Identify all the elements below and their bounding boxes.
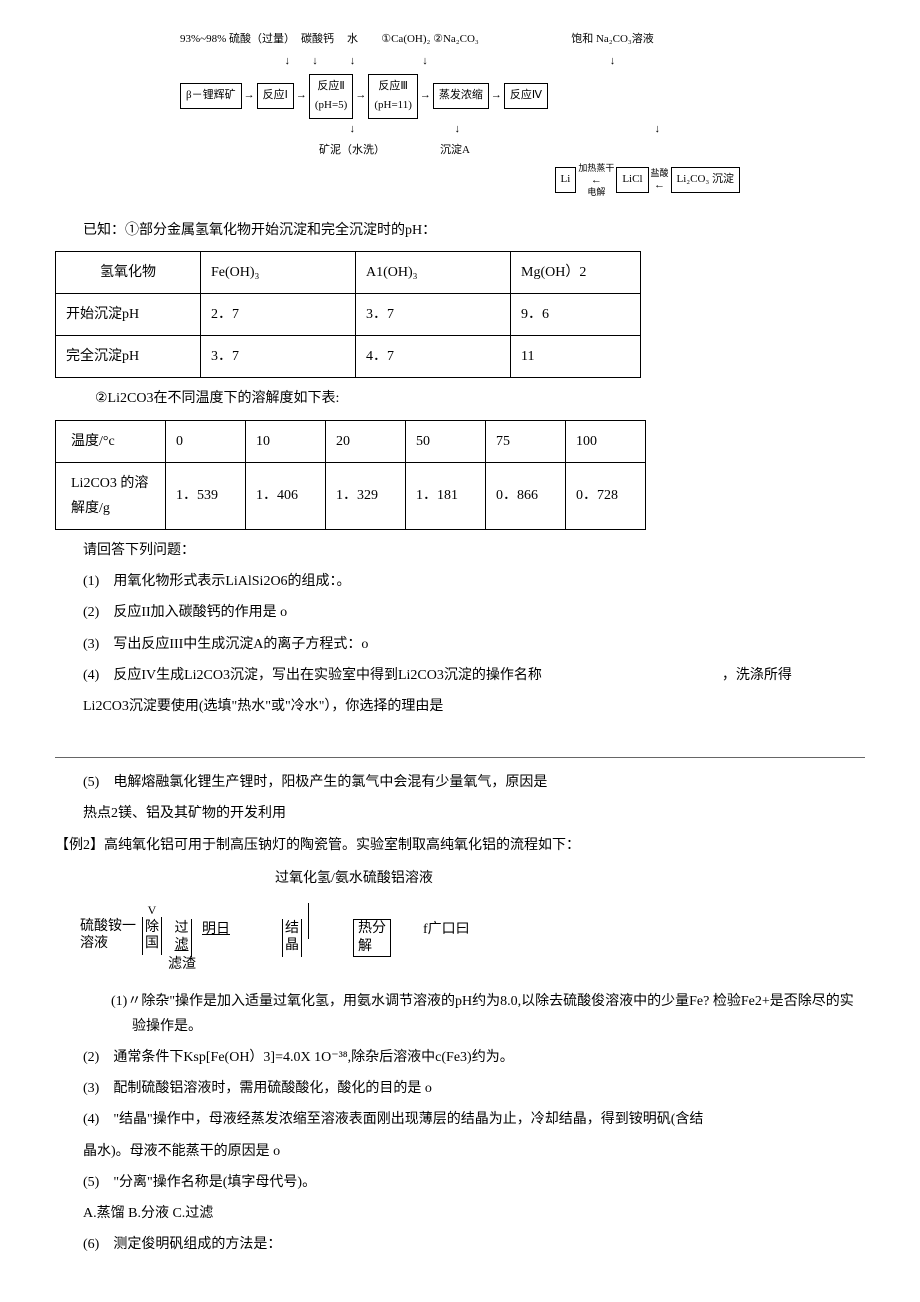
d2-input-l2: 溶液 (80, 936, 108, 953)
question-3: (3) 写出反应III中生成沉淀A的离子方程式：o (55, 632, 865, 657)
table-header: Fe(OH)₃ (201, 251, 356, 293)
ex2-question-3: (3) 配制硫酸铝溶液时，需用硫酸酸化，酸化的目的是 o (55, 1076, 865, 1101)
table-header: 50 (406, 420, 486, 462)
table-cell: 11 (511, 336, 641, 378)
flow-box: Li (555, 167, 577, 193)
separator-line (55, 757, 865, 758)
ex2-question-4a: (4) "结晶"操作中，母液经蒸发浓缩至溶液表面刚出现薄层的结晶为止，冷却结晶，… (55, 1107, 865, 1132)
flow-under-label: 沉淀A (385, 141, 470, 161)
solubility-table: 温度/°c 0 10 20 50 75 100 Li2CO3 的溶解度/g 1．… (55, 420, 646, 531)
ex2-question-6: (6) 测定俊明矾组成的方法是： (55, 1232, 865, 1257)
questions-intro: 请回答下列问题： (55, 538, 865, 563)
top-label: 碳酸钙 (295, 30, 340, 50)
table-cell: 3．7 (356, 293, 511, 335)
flow-arrow: → (242, 86, 257, 106)
table-header: Mg(OH）2 (511, 251, 641, 293)
ex2-question-5: (5) "分离"操作名称是(填字母代号)。 (55, 1170, 865, 1195)
table-cell: 1．406 (246, 462, 326, 529)
table-cell: 9．6 (511, 293, 641, 335)
top-label: 水 (340, 30, 365, 50)
table-header: 100 (566, 420, 646, 462)
table-header: 20 (326, 420, 406, 462)
flow-main-row: β－锂辉矿 → 反应Ⅰ → 反应Ⅱ(pH=5) → 反应Ⅲ(pH=11) → 蒸… (180, 74, 740, 120)
table-cell: 0．728 (566, 462, 646, 529)
flow-arrow: → (294, 86, 309, 106)
table-header: 温度/°c (56, 420, 166, 462)
table-cell: 1．539 (166, 462, 246, 529)
flow-box: β－锂辉矿 (180, 83, 242, 109)
top-label: 93%~98% 硫酸（过量） (180, 30, 295, 50)
flow-box: 反应Ⅲ(pH=11) (368, 74, 418, 120)
flow-box: Li₂CO₃ 沉淀 (671, 167, 740, 193)
known-intro: 已知：①部分金属氢氧化物开始沉淀和完全沉淀时的pH： (55, 218, 865, 243)
flow-arrow: → (418, 86, 433, 106)
hydroxide-ph-table: 氢氧化物 Fe(OH)₃ A1(OH)₃ Mg(OH）2 开始沉淀pH 2．7 … (55, 251, 641, 379)
ex2-question-2: (2) 通常条件下Ksp[Fe(OH）3]=4.0X 1O⁻³⁸,除杂后溶液中c… (55, 1045, 865, 1070)
known2-intro: ②Li2CO3在不同温度下的溶解度如下表: (55, 386, 865, 411)
example-2-intro: 【例2】高纯氧化铝可用于制高压钠灯的陶瓷管。实验室制取高纯氧化铝的流程如下： (55, 833, 865, 858)
flowchart-diagram-2: 硫酸铵一 溶液 V 除国 过滤 滤渣 明日 结晶 热分解 f广口曰 (80, 903, 865, 974)
flow-box: 反应Ⅳ (504, 83, 548, 109)
question-1: (1) 用氧化物形式表示LiAlSi2O6的组成：。 (55, 569, 865, 594)
ex2-question-5-options: A.蒸馏 B.分液 C.过滤 (55, 1201, 865, 1226)
flow-under-label: 矿泥（水洗） (180, 141, 385, 161)
table-cell: 完全沉淀pH (56, 336, 201, 378)
d2-output: f广口曰 (423, 922, 470, 939)
flow-arrow: → (489, 86, 504, 106)
ex2-question-1: (1)〃除杂"操作是加入适量过氧化氢，用氨水调节溶液的pH约为8.0,以除去硫酸… (104, 989, 865, 1039)
flow-down-arrows: ↓ ↓ ↓ ↓ ↓ (180, 52, 740, 72)
hotspot-2-title: 热点2镁、铝及其矿物的开发利用 (55, 801, 865, 826)
flowchart-diagram: 93%~98% 硫酸（过量） 碳酸钙 水 ①Ca(OH)₂ ②Na₂CO₃ 饱和… (180, 30, 740, 198)
flow-arrow: → (353, 86, 368, 106)
table-cell: Li2CO3 的溶解度/g (56, 462, 166, 529)
top-label: 饱和 Na₂CO₃溶液 (555, 30, 670, 50)
d2-v-label: V (148, 903, 157, 917)
table-cell: 0．866 (486, 462, 566, 529)
flow-box: 反应Ⅰ (257, 83, 294, 109)
flow-box: 蒸发浓缩 (433, 83, 489, 109)
table-header: A1(OH)₃ (356, 251, 511, 293)
ex2-question-4b: 晶水)。母液不能蒸干的原因是 o (55, 1139, 865, 1164)
flow-box: 反应Ⅱ(pH=5) (309, 74, 353, 120)
d2-slag: 滤渣 (168, 957, 196, 974)
diagram2-top-label: 过氧化氢/氨水硫酸铝溶液 (275, 866, 865, 891)
table-header: 0 (166, 420, 246, 462)
table-cell: 1．181 (406, 462, 486, 529)
table-header: 75 (486, 420, 566, 462)
d2-box: 明日 (202, 922, 230, 939)
flow-bottom-chain: Li 加热蒸干 ← 电解 LiCl 盐酸 ← Li₂CO₃ 沉淀 (180, 163, 740, 198)
flow-top-labels: 93%~98% 硫酸（过量） 碳酸钙 水 ①Ca(OH)₂ ②Na₂CO₃ 饱和… (180, 30, 740, 50)
question-5: (5) 电解熔融氯化锂生产锂时，阳极产生的氯气中会混有少量氧气，原因是 (55, 770, 865, 795)
table-cell: 1．329 (326, 462, 406, 529)
flow-under-arrows: ↓ ↓ ↓ (180, 120, 740, 140)
question-4a: (4) 反应IV生成Li2CO3沉淀，写出在实验室中得到Li2CO3沉淀的操作名… (55, 663, 865, 688)
table-cell: 开始沉淀pH (56, 293, 201, 335)
table-cell: 4．7 (356, 336, 511, 378)
table-cell: 3．7 (201, 336, 356, 378)
table-cell: 2．7 (201, 293, 356, 335)
flow-box: LiCl (616, 167, 648, 193)
question-4b: Li2CO3沉淀要使用(选填"热水"或"冷水"），你选择的理由是 (55, 694, 865, 719)
top-label: ①Ca(OH)₂ ②Na₂CO₃ (365, 30, 495, 50)
d2-input-l1: 硫酸铵一 (80, 919, 136, 936)
question-2: (2) 反应II加入碳酸钙的作用是 o (55, 600, 865, 625)
table-header: 氢氧化物 (56, 251, 201, 293)
flow-under-labels: 矿泥（水洗） 沉淀A (180, 141, 740, 161)
table-header: 10 (246, 420, 326, 462)
